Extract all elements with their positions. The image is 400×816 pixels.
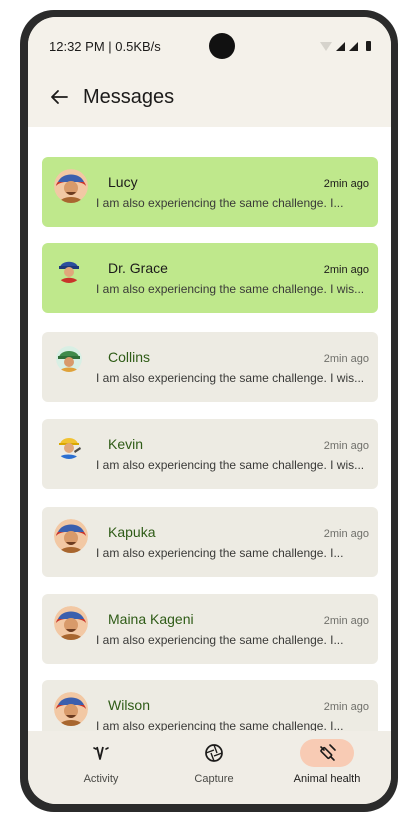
message-card[interactable]: Collins 2min ago I am also experiencing …	[42, 332, 378, 402]
nav-capture[interactable]: Capture	[159, 739, 269, 785]
nav-label: Capture	[194, 773, 234, 785]
message-card[interactable]: Kevin 2min ago I am also experiencing th…	[42, 419, 378, 489]
message-time: 2min ago	[323, 615, 369, 627]
message-preview: I am also experiencing the same challeng…	[96, 458, 365, 472]
message-preview: I am also experiencing the same challeng…	[96, 196, 344, 210]
nav-label: Animal health	[293, 773, 361, 785]
front-camera	[209, 33, 235, 59]
message-time: 2min ago	[323, 353, 369, 365]
signal-icon	[336, 41, 345, 51]
message-card[interactable]: Wilson 2min ago I am also experiencing t…	[42, 680, 378, 731]
avatar	[54, 169, 88, 203]
sender-name: Lucy	[108, 174, 138, 190]
status-icons	[320, 41, 371, 51]
bottom-navigation: Activity Capture Animal health	[28, 731, 391, 804]
sender-name: Kevin	[108, 436, 144, 452]
page-title: Messages	[83, 86, 175, 108]
sender-name: Maina Kageni	[108, 611, 194, 627]
sender-name: Kapuka	[108, 524, 156, 540]
message-card[interactable]: Maina Kageni 2min ago I am also experien…	[42, 594, 378, 664]
avatar	[54, 606, 88, 640]
sender-name: Wilson	[108, 697, 151, 713]
message-card[interactable]: Dr. Grace 2min ago I am also experiencin…	[42, 243, 378, 313]
aperture-icon	[187, 739, 241, 767]
message-time: 2min ago	[323, 440, 369, 452]
top-app-bar: Messages	[28, 73, 391, 127]
status-bar: 12:32 PM | 0.5KB/s	[28, 17, 391, 73]
phone-frame: 12:32 PM | 0.5KB/s Messages Lucy 2min ag…	[20, 10, 398, 812]
avatar	[56, 257, 82, 283]
activity-icon	[74, 739, 128, 767]
avatar	[54, 692, 88, 726]
nav-label: Activity	[83, 773, 119, 785]
message-time: 2min ago	[323, 178, 369, 190]
message-preview: I am also experiencing the same challeng…	[96, 371, 365, 385]
message-preview: I am also experiencing the same challeng…	[96, 546, 344, 560]
message-time: 2min ago	[323, 701, 369, 713]
back-arrow-icon[interactable]	[47, 85, 71, 109]
message-list[interactable]: Lucy 2min ago I am also experiencing the…	[28, 127, 391, 731]
phone-screen: 12:32 PM | 0.5KB/s Messages Lucy 2min ag…	[28, 17, 391, 804]
status-text: 12:32 PM | 0.5KB/s	[49, 39, 161, 54]
battery-icon	[366, 41, 371, 51]
avatar	[56, 433, 82, 459]
nav-activity[interactable]: Activity	[46, 739, 156, 785]
message-time: 2min ago	[323, 528, 369, 540]
message-card[interactable]: Lucy 2min ago I am also experiencing the…	[42, 157, 378, 227]
message-preview: I am also experiencing the same challeng…	[96, 719, 344, 731]
sender-name: Dr. Grace	[108, 260, 168, 276]
sender-name: Collins	[108, 349, 151, 365]
message-preview: I am also experiencing the same challeng…	[96, 282, 365, 296]
avatar	[54, 519, 88, 553]
avatar	[56, 346, 82, 372]
message-time: 2min ago	[323, 264, 369, 276]
message-card[interactable]: Kapuka 2min ago I am also experiencing t…	[42, 507, 378, 577]
syringe-icon	[300, 739, 354, 767]
nav-animal-health[interactable]: Animal health	[272, 739, 382, 785]
wifi-icon	[320, 41, 332, 51]
message-preview: I am also experiencing the same challeng…	[96, 633, 344, 647]
signal-icon	[349, 41, 358, 51]
